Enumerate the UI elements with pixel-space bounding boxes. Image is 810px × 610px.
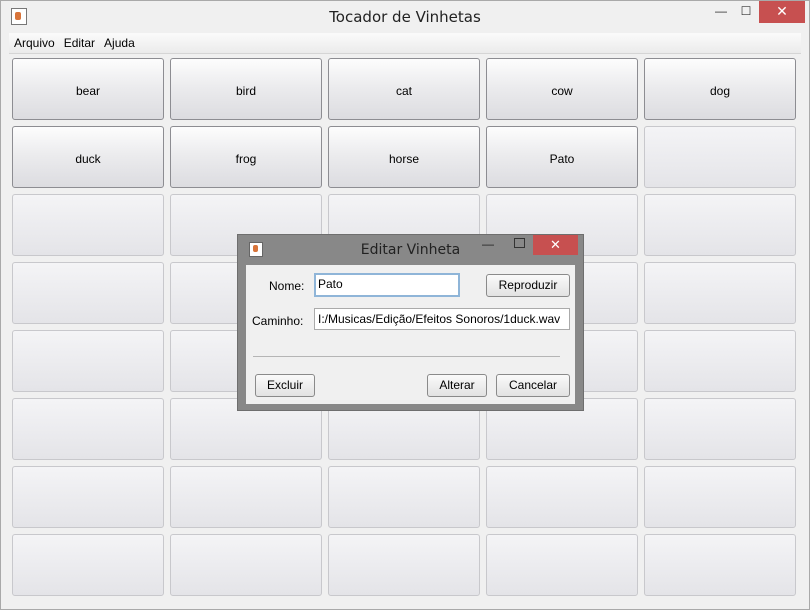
vignette-button[interactable] bbox=[644, 194, 796, 256]
vignette-button-label: bird bbox=[235, 84, 256, 98]
vignette-button[interactable] bbox=[12, 330, 164, 392]
maximize-button[interactable]: ☐ bbox=[734, 1, 758, 23]
dialog-title: Editar Vinheta bbox=[360, 242, 461, 258]
vignette-button[interactable] bbox=[644, 126, 796, 188]
update-button[interactable]: Alterar bbox=[427, 374, 487, 397]
name-label: Nome: bbox=[269, 279, 305, 293]
vignette-button[interactable] bbox=[644, 534, 796, 596]
vignette-button[interactable]: duck bbox=[12, 126, 164, 188]
play-button[interactable]: Reproduzir bbox=[486, 274, 570, 297]
close-button[interactable]: ✕ bbox=[759, 1, 805, 23]
vignette-button[interactable]: frog bbox=[170, 126, 322, 188]
window-title: Tocador de Vinhetas bbox=[329, 8, 481, 26]
vignette-button[interactable] bbox=[644, 398, 796, 460]
dialog-title-bar[interactable]: Editar Vinheta — ✕ bbox=[238, 235, 583, 265]
vignette-button[interactable] bbox=[328, 466, 480, 528]
vignette-button[interactable] bbox=[12, 194, 164, 256]
vignette-button[interactable] bbox=[486, 534, 638, 596]
vignette-button-label: duck bbox=[75, 152, 101, 166]
vignette-button[interactable]: dog bbox=[644, 58, 796, 120]
vignette-button-label: Pato bbox=[549, 152, 575, 166]
vignette-button[interactable] bbox=[644, 262, 796, 324]
name-input[interactable]: Pato bbox=[314, 273, 460, 297]
vignette-button[interactable]: Pato bbox=[486, 126, 638, 188]
vignette-button[interactable] bbox=[644, 466, 796, 528]
cancel-button[interactable]: Cancelar bbox=[496, 374, 570, 397]
dialog-body: Nome: Pato Reproduzir Caminho: I:/Musica… bbox=[246, 265, 575, 404]
vignette-button-label: cat bbox=[395, 84, 412, 98]
separator bbox=[253, 356, 560, 357]
vignette-button[interactable] bbox=[12, 466, 164, 528]
vignette-button[interactable]: cat bbox=[328, 58, 480, 120]
vignette-button[interactable] bbox=[170, 534, 322, 596]
vignette-button-label: bear bbox=[75, 84, 101, 98]
path-input[interactable]: I:/Musicas/Edição/Efeitos Sonoros/1duck.… bbox=[314, 308, 570, 330]
vignette-button[interactable] bbox=[328, 534, 480, 596]
vignette-button-label: frog bbox=[235, 152, 257, 166]
vignette-button-label: dog bbox=[709, 84, 731, 98]
vignette-button[interactable]: cow bbox=[486, 58, 638, 120]
vignette-button[interactable] bbox=[12, 398, 164, 460]
vignette-button[interactable] bbox=[12, 262, 164, 324]
menu-arquivo[interactable]: Arquivo bbox=[9, 33, 59, 50]
menu-editar[interactable]: Editar bbox=[59, 33, 99, 50]
vignette-button[interactable] bbox=[12, 534, 164, 596]
path-label: Caminho: bbox=[252, 314, 304, 328]
vignette-button[interactable]: bear bbox=[12, 58, 164, 120]
menu-ajuda[interactable]: Ajuda bbox=[99, 33, 139, 50]
vignette-button[interactable] bbox=[644, 330, 796, 392]
vignette-button-label: cow bbox=[551, 84, 573, 98]
title-bar[interactable]: Tocador de Vinhetas — ☐ ✕ bbox=[1, 1, 809, 31]
vignette-button[interactable] bbox=[170, 466, 322, 528]
minimize-button[interactable]: — bbox=[709, 1, 733, 23]
dialog-maximize-button[interactable] bbox=[514, 238, 525, 248]
vignette-button-label: horse bbox=[388, 152, 420, 166]
edit-vignette-dialog: Editar Vinheta — ✕ Nome: Pato Reproduzir… bbox=[237, 234, 584, 411]
dialog-close-button[interactable]: ✕ bbox=[533, 235, 578, 255]
vignette-button[interactable] bbox=[486, 466, 638, 528]
delete-button[interactable]: Excluir bbox=[255, 374, 315, 397]
menu-bar: Arquivo Editar Ajuda bbox=[9, 33, 801, 54]
vignette-button[interactable]: horse bbox=[328, 126, 480, 188]
dialog-minimize-button[interactable]: — bbox=[482, 237, 494, 251]
vignette-button[interactable]: bird bbox=[170, 58, 322, 120]
